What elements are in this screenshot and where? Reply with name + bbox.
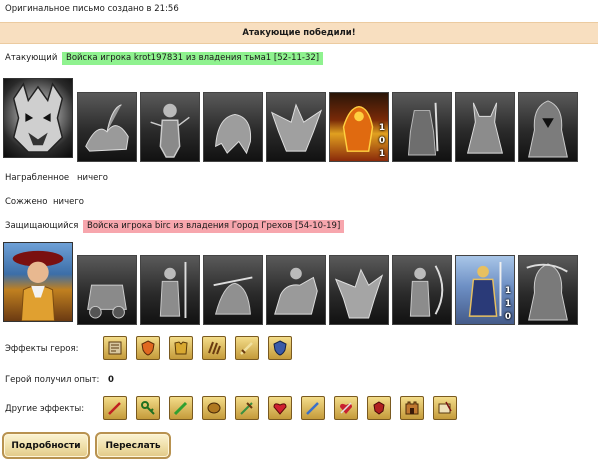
dark-knight-icon [407, 102, 439, 156]
defender-army-tag[interactable]: Войска игрока birc из владения Город Гре… [83, 220, 345, 233]
golden-sword-icon[interactable] [235, 336, 259, 360]
horned-demon-icon [466, 102, 504, 154]
attacker-unit-8[interactable] [455, 92, 515, 162]
hero-exp-value: 0 [108, 375, 114, 385]
created-time-text: Оригинальное письмо создано в 21:56 [5, 4, 179, 14]
blue-blade-icon[interactable] [301, 396, 325, 420]
cavalry-knight-icon [274, 267, 318, 315]
red-heart-sword-icon[interactable] [334, 396, 358, 420]
hero-exp-label: Герой получил опыт: [5, 375, 100, 385]
scroll-map-icon[interactable] [103, 336, 127, 360]
other-effects-label: Другие эффекты: [5, 404, 85, 414]
attacker-unit-4[interactable] [203, 92, 263, 162]
attacker-army-tag[interactable]: Войска игрока krot197831 из владения тьм… [62, 52, 324, 65]
attacker-unit-6[interactable]: 1 0 1 [329, 92, 389, 162]
defender-label: Защищающийся [5, 221, 79, 231]
hooded-reaper-icon [528, 100, 568, 158]
claw-marks-icon[interactable] [202, 336, 226, 360]
battle-result-banner: Атакующие победили! [0, 22, 598, 44]
orange-shield-icon[interactable] [136, 336, 160, 360]
attacker-unit-9[interactable] [518, 92, 578, 162]
loot-label: Награбленное [5, 173, 70, 183]
hero-nobleman-icon [12, 250, 64, 321]
scorpion-beast-icon [85, 104, 129, 152]
skeleton-warrior-icon [150, 103, 190, 158]
burned-label: Сожжено [5, 197, 48, 207]
unit-count-digit: 1 [504, 286, 512, 296]
defender-unit-9[interactable]: 1 1 0 [455, 255, 515, 325]
unit-count-digit: 1 [504, 299, 512, 309]
unit-count-digit: 0 [504, 312, 512, 322]
defender-unit-5[interactable] [266, 255, 326, 325]
archer-icon [409, 265, 444, 317]
hunched-ghoul-icon [215, 113, 252, 155]
details-button[interactable]: Подробности [2, 432, 90, 459]
hero-effects-label: Эффекты героя: [5, 344, 79, 354]
scroll-quill-icon[interactable] [433, 396, 457, 420]
hero-effects-row [103, 336, 292, 360]
attacker-unit-3[interactable] [140, 92, 200, 162]
red-sword-icon[interactable] [103, 396, 127, 420]
heart-sword-icon[interactable] [268, 396, 292, 420]
defender-unit-10[interactable] [518, 255, 578, 325]
siege-catapult-icon [87, 284, 127, 319]
dragon-icon [270, 103, 323, 152]
defender-hero-portrait[interactable] [3, 242, 73, 322]
attacker-unit-5[interactable] [266, 92, 326, 162]
attacker-label: Атакующий [5, 53, 58, 63]
crossbowman-icon [213, 276, 253, 315]
forward-button[interactable]: Переслать [95, 432, 171, 459]
blue-shield-icon[interactable] [268, 336, 292, 360]
unit-count-digit: 0 [378, 136, 386, 146]
red-sword-shield-icon[interactable] [367, 396, 391, 420]
castle-gate-icon[interactable] [400, 396, 424, 420]
reaper-icon [526, 263, 568, 321]
other-effects-row [103, 396, 457, 420]
defender-unit-4[interactable] [203, 255, 263, 325]
attacker-unit-2[interactable] [77, 92, 137, 162]
gold-shield-icon[interactable] [202, 396, 226, 420]
defender-unit-2[interactable] [77, 255, 137, 325]
loot-value: ничего [77, 173, 108, 183]
attacker-unit-7[interactable] [392, 92, 452, 162]
burned-value: ничего [53, 197, 84, 207]
griffin-icon [334, 268, 384, 319]
green-sword-icon[interactable] [235, 396, 259, 420]
spearman-icon [159, 261, 187, 319]
defender-unit-7[interactable] [392, 255, 452, 325]
attacker-hero-portrait[interactable] [3, 78, 73, 158]
golden-armor-icon[interactable] [169, 336, 193, 360]
defender-unit-6[interactable] [329, 255, 389, 325]
dark-lord-icon [12, 82, 64, 153]
green-blade-icon[interactable] [169, 396, 193, 420]
defender-unit-3[interactable] [140, 255, 200, 325]
green-key-icon[interactable] [136, 396, 160, 420]
unit-count-digit: 1 [378, 123, 386, 133]
unit-count-digit: 1 [378, 149, 386, 159]
